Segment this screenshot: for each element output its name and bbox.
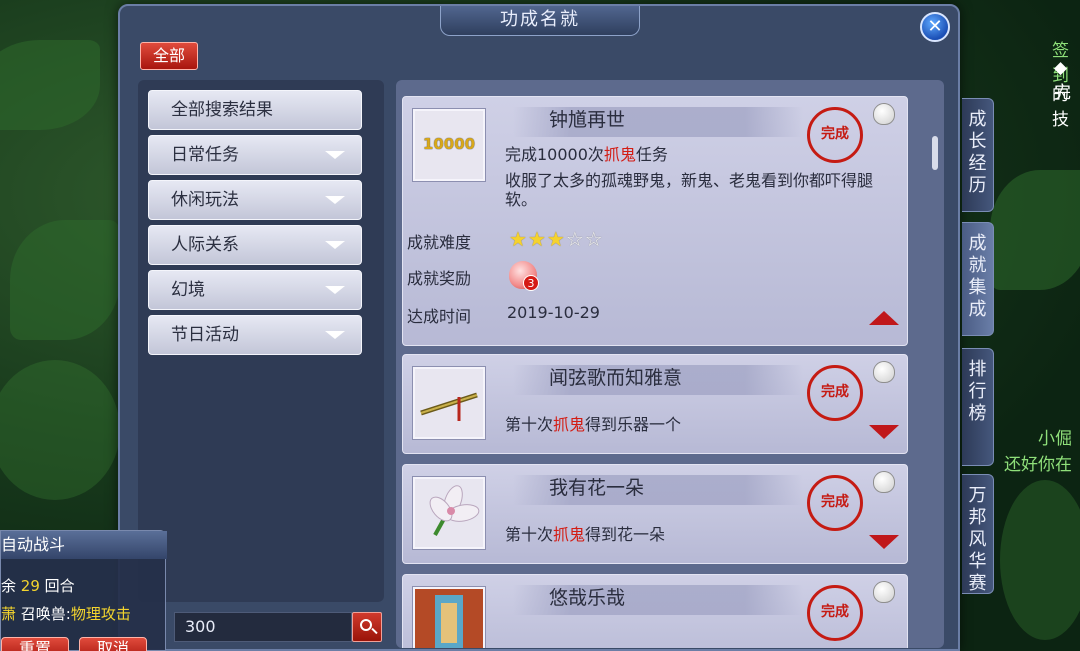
window-title: 功成名就 [440, 6, 640, 36]
expand-arrow-icon[interactable] [869, 535, 899, 549]
reward-count-badge: 3 [523, 275, 539, 291]
achievement-title: 悠哉乐哉 [549, 587, 626, 609]
achievement-thumb [413, 477, 485, 549]
achievement-card[interactable]: 我有花一朵 第十次抓鬼得到花一朵 完成 [402, 464, 908, 564]
chevron-down-icon [325, 286, 345, 294]
star-icon: ★ [509, 227, 528, 251]
battle-summon: 萧 召唤兽:物理攻击 [1, 605, 131, 623]
star-icon: ★ [546, 227, 566, 251]
difficulty-stars: ★★★☆☆ [509, 227, 604, 251]
achievement-description: 第十次抓鬼得到花一朵 [505, 525, 666, 544]
tab-competition[interactable]: 万邦风华赛 [962, 474, 994, 594]
peach-icon [873, 361, 895, 383]
achievement-title: 钟馗再世 [549, 109, 626, 131]
category-item[interactable]: 幻境 [148, 270, 362, 310]
achievement-window: 功成名就 ✕ 全部 全部搜索结果 日常任务 休闲玩法 人际关系 幻境 节日活动 … [118, 4, 960, 651]
battle-title: 自动战斗 [1, 531, 167, 559]
category-panel: 全部搜索结果 日常任务 休闲玩法 人际关系 幻境 节日活动 [138, 80, 384, 602]
star-empty-icon: ☆ [584, 227, 604, 251]
filter-all-button[interactable]: 全部 [140, 42, 198, 70]
star-icon: ★ [527, 227, 547, 251]
foliage [0, 360, 120, 500]
achievement-flavor: 收服了太多的孤魂野鬼，新鬼、老鬼看到你都吓得腿软。 [505, 171, 874, 209]
reset-button[interactable]: 重置 [1, 637, 69, 651]
chevron-down-icon [325, 241, 345, 249]
flower-icon [429, 485, 480, 536]
achievement-description: 完成10000次抓鬼任务 [505, 145, 668, 164]
hud-text: 的技 [1052, 85, 1069, 130]
category-item[interactable]: 节日活动 [148, 315, 362, 355]
achievement-card[interactable]: 闻弦歌而知雅意 第十次抓鬼得到乐器一个 完成 [402, 354, 908, 454]
peach-icon [873, 103, 895, 125]
achievement-thumb: 10000 [413, 109, 485, 181]
achievement-thumb [413, 587, 485, 648]
category-label: 日常任务 [171, 145, 239, 165]
difficulty-label: 成就难度 [407, 233, 472, 252]
completed-seal: 完成 [807, 585, 863, 641]
category-item[interactable]: 日常任务 [148, 135, 362, 175]
achievement-title: 我有花一朵 [549, 477, 645, 499]
auto-battle-panel: 自动战斗 余 29 回合 萧 召唤兽:物理攻击 重置 取消 [0, 530, 167, 651]
star-empty-icon: ☆ [565, 227, 585, 251]
foliage [1000, 480, 1080, 640]
tab-label: 排行榜 [968, 359, 987, 424]
completed-seal: 完成 [807, 365, 863, 421]
scrollbar[interactable] [932, 136, 938, 170]
thumb-number: 10000 [422, 135, 476, 153]
flute-icon [420, 392, 478, 421]
peach-icon [873, 581, 895, 603]
category-item[interactable]: 人际关系 [148, 225, 362, 265]
completed-seal: 完成 [807, 107, 863, 163]
achievement-description: 第十次抓鬼得到乐器一个 [505, 415, 682, 434]
foliage [0, 40, 100, 130]
tab-label: 成长经历 [968, 109, 987, 196]
search-input[interactable]: 300 [174, 612, 352, 642]
category-item[interactable]: 休闲玩法 [148, 180, 362, 220]
tab-label: 万邦风华赛 [968, 485, 987, 594]
reward-label: 成就奖励 [407, 269, 472, 288]
category-label: 人际关系 [171, 235, 239, 255]
achievement-date: 2019-10-29 [507, 303, 600, 322]
category-label: 节日活动 [171, 325, 239, 345]
tab-label: 成就集成 [968, 233, 987, 320]
search-button[interactable] [352, 612, 382, 642]
expand-arrow-icon[interactable] [869, 425, 899, 439]
category-label: 全部搜索结果 [171, 100, 273, 120]
battle-rounds: 余 29 回合 [1, 577, 75, 595]
achievement-card[interactable]: 钟馗再世 10000 完成10000次抓鬼任务 收服了太多的孤魂野鬼，新鬼、老鬼… [402, 96, 908, 346]
close-button[interactable]: ✕ [920, 12, 950, 42]
chevron-down-icon [325, 196, 345, 204]
date-label: 达成时间 [407, 307, 472, 326]
achievement-card[interactable]: 悠哉乐哉 完成 [402, 574, 908, 648]
foliage [10, 220, 120, 340]
category-label: 幻境 [171, 280, 205, 300]
tab-achievements[interactable]: 成就集成 [962, 222, 994, 336]
close-icon: ✕ [927, 16, 943, 37]
category-item[interactable]: 全部搜索结果 [148, 90, 362, 130]
peach-icon [873, 471, 895, 493]
figure-icon [435, 595, 463, 648]
collapse-arrow-icon[interactable] [869, 311, 899, 325]
completed-seal: 完成 [807, 475, 863, 531]
tab-growth[interactable]: 成长经历 [962, 98, 994, 212]
chat-message: 还好你在 [1004, 455, 1072, 475]
achievement-list: 钟馗再世 10000 完成10000次抓鬼任务 收服了太多的孤魂野鬼，新鬼、老鬼… [396, 80, 944, 648]
cancel-button[interactable]: 取消 [79, 637, 147, 651]
chevron-down-icon [325, 331, 345, 339]
achievement-thumb [413, 367, 485, 439]
foliage [990, 170, 1080, 290]
chevron-down-icon [325, 151, 345, 159]
chat-name: 小倔 [1038, 429, 1072, 449]
tab-ranking[interactable]: 排行榜 [962, 348, 994, 466]
achievement-title: 闻弦歌而知雅意 [549, 367, 683, 389]
category-label: 休闲玩法 [171, 190, 239, 210]
